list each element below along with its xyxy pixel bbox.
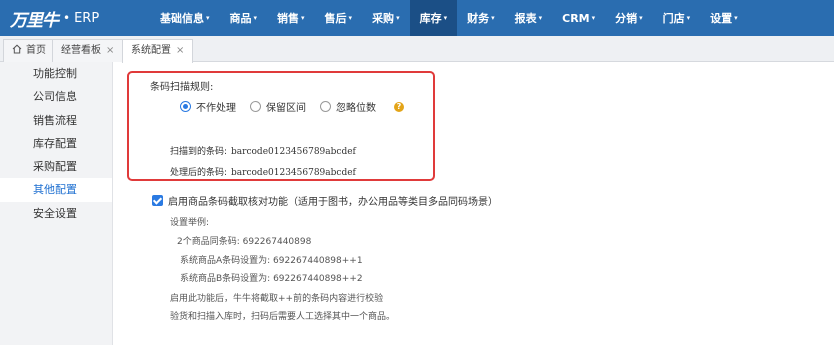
scanned-barcode-label: 扫描到的条码:: [170, 147, 228, 157]
sidebar-item-security-settings[interactable]: 安全设置: [0, 202, 112, 225]
tab-label: 经营看板: [61, 45, 101, 56]
radio-circle-checked[interactable]: [180, 101, 191, 112]
radio-label: 保留区间: [266, 103, 306, 114]
nav-label: 分销: [615, 12, 638, 25]
example-title: 设置举例:: [170, 218, 210, 228]
intercept-checkbox[interactable]: [152, 195, 163, 206]
chevron-down-icon: ▾: [301, 14, 305, 22]
sidebar-item-sales-flow[interactable]: 销售流程: [0, 109, 112, 132]
chevron-down-icon: ▾: [538, 14, 543, 22]
radio-circle[interactable]: [250, 101, 261, 112]
radio-label: 不作处理: [196, 103, 236, 114]
nav-label: 销售: [277, 12, 300, 25]
radio-label: 忽略位数: [336, 103, 376, 114]
chevron-down-icon: ▾: [734, 14, 738, 22]
sidebar-item-other-config[interactable]: 其他配置: [0, 178, 112, 202]
nav-label: 基础信息: [160, 12, 204, 25]
nav-item-settings[interactable]: 设置 ▾: [700, 0, 748, 36]
nav-label: 售后: [324, 12, 347, 25]
chevron-down-icon: ▾: [443, 14, 448, 22]
nav-item-crm[interactable]: CRM ▾: [552, 0, 605, 36]
tab-dashboard[interactable]: 经营看板 ×: [52, 39, 124, 62]
nav-label: 采购: [372, 12, 395, 25]
tab-system-config[interactable]: 系统配置 ×: [122, 39, 194, 63]
processed-barcode-row: 处理后的条码: barcode0123456789abcdef: [170, 165, 356, 178]
nav-label: 设置: [710, 12, 733, 25]
intercept-note-2: 验货和扫描入库时，扫码后需要人工选择其中一个商品。: [170, 312, 396, 322]
tab-label: 首页: [26, 45, 46, 56]
nav-item-sales[interactable]: 销售 ▾: [267, 0, 315, 36]
nav-item-base-info[interactable]: 基础信息 ▾: [148, 0, 220, 36]
chevron-down-icon: ▾: [396, 14, 400, 22]
sidebar-item-purchase-config[interactable]: 采购配置: [0, 155, 112, 178]
scanned-barcode-value: barcode0123456789abcdef: [231, 147, 356, 157]
sidebar-item-inventory-config[interactable]: 库存配置: [0, 132, 112, 155]
nav-item-purchase[interactable]: 采购 ▾: [362, 0, 410, 36]
radio-ignore-digits[interactable]: 忽略位数: [320, 99, 376, 114]
nav-item-after-sales[interactable]: 售后 ▾: [315, 0, 363, 36]
example-line-1: 2个商品同条码: 692267440898: [177, 237, 312, 247]
barcode-rule-options: 不作处理 保留区间 忽略位数 ?: [180, 99, 404, 114]
nav-label: 报表: [514, 12, 537, 25]
nav-item-finance[interactable]: 财务 ▾: [457, 0, 505, 36]
intercept-note-1: 启用此功能后，牛牛将截取++前的条码内容进行校验: [170, 294, 384, 304]
nav-item-inventory[interactable]: 库存 ▾: [409, 0, 458, 36]
processed-barcode-label: 处理后的条码:: [170, 168, 228, 178]
nav-label: 门店: [662, 12, 685, 25]
config-content: 条码扫描规则: 不作处理 保留区间 忽略位数 ? 扫描到的条码: barcode0…: [114, 62, 834, 345]
logo-dot: •: [63, 11, 71, 25]
settings-sidebar: 功能控制 公司信息 销售流程 库存配置 采购配置 其他配置 安全设置: [0, 62, 113, 345]
chevron-down-icon: ▾: [253, 14, 258, 22]
chevron-down-icon: ▾: [639, 14, 643, 22]
radio-no-processing[interactable]: 不作处理: [180, 99, 236, 114]
nav-label: 财务: [467, 12, 490, 25]
radio-circle[interactable]: [320, 101, 331, 112]
tab-label: 系统配置: [131, 45, 171, 56]
nav-item-reports[interactable]: 报表 ▾: [505, 0, 553, 36]
example-line-3: 系统商品B条码设置为: 692267440898++2: [180, 274, 363, 284]
nav-item-goods[interactable]: 商品 ▾: [220, 0, 268, 36]
example-line-2: 系统商品A条码设置为: 692267440898++1: [180, 256, 363, 266]
close-icon[interactable]: ×: [176, 45, 184, 56]
app-logo[interactable]: 万里牛 • ERP: [10, 6, 100, 31]
nav-item-distribution[interactable]: 分销 ▾: [605, 0, 653, 36]
scanned-barcode-row: 扫描到的条码: barcode0123456789abcdef: [170, 144, 356, 157]
radio-keep-range[interactable]: 保留区间: [250, 99, 306, 114]
main-nav: 基础信息 ▾ 商品 ▾ 销售 ▾ 售后 ▾ 采购 ▾ 库存 ▾ 财务 ▾ 报表 ▾ CRM ▾ 分…: [148, 0, 748, 36]
sidebar-item-function-control[interactable]: 功能控制: [0, 62, 112, 85]
sidebar-item-company-info[interactable]: 公司信息: [0, 85, 112, 108]
logo-mark: 万里牛: [10, 10, 59, 31]
tab-home[interactable]: 首页: [3, 39, 55, 62]
chevron-down-icon: ▾: [348, 14, 353, 22]
intercept-label: 启用商品条码截取核对功能（适用于图书，办公用品等类目多品同码场景）: [168, 197, 498, 208]
page-tabs-bar: 首页 经营看板 × 系统配置 ×: [0, 36, 834, 63]
chevron-down-icon: ▾: [491, 14, 495, 22]
chevron-down-icon: ▾: [686, 14, 691, 22]
help-icon[interactable]: ?: [394, 101, 404, 112]
close-icon[interactable]: ×: [106, 45, 114, 56]
top-nav-bar: 万里牛 • ERP 基础信息 ▾ 商品 ▾ 销售 ▾ 售后 ▾ 采购 ▾ 库存 ▾ 财务 ▾ …: [0, 0, 834, 36]
home-icon: [12, 44, 22, 54]
logo-erp-text: ERP: [74, 10, 100, 26]
barcode-rule-title: 条码扫描规则:: [150, 82, 214, 93]
chevron-down-icon: ▾: [206, 14, 210, 22]
chevron-down-icon: ▾: [591, 14, 596, 22]
nav-label: 商品: [229, 12, 252, 25]
processed-barcode-value: barcode0123456789abcdef: [231, 168, 356, 178]
nav-label: CRM: [562, 12, 590, 25]
nav-label: 库存: [419, 12, 442, 25]
intercept-check-row[interactable]: 启用商品条码截取核对功能（适用于图书，办公用品等类目多品同码场景）: [152, 193, 498, 208]
nav-item-store[interactable]: 门店 ▾: [653, 0, 701, 36]
